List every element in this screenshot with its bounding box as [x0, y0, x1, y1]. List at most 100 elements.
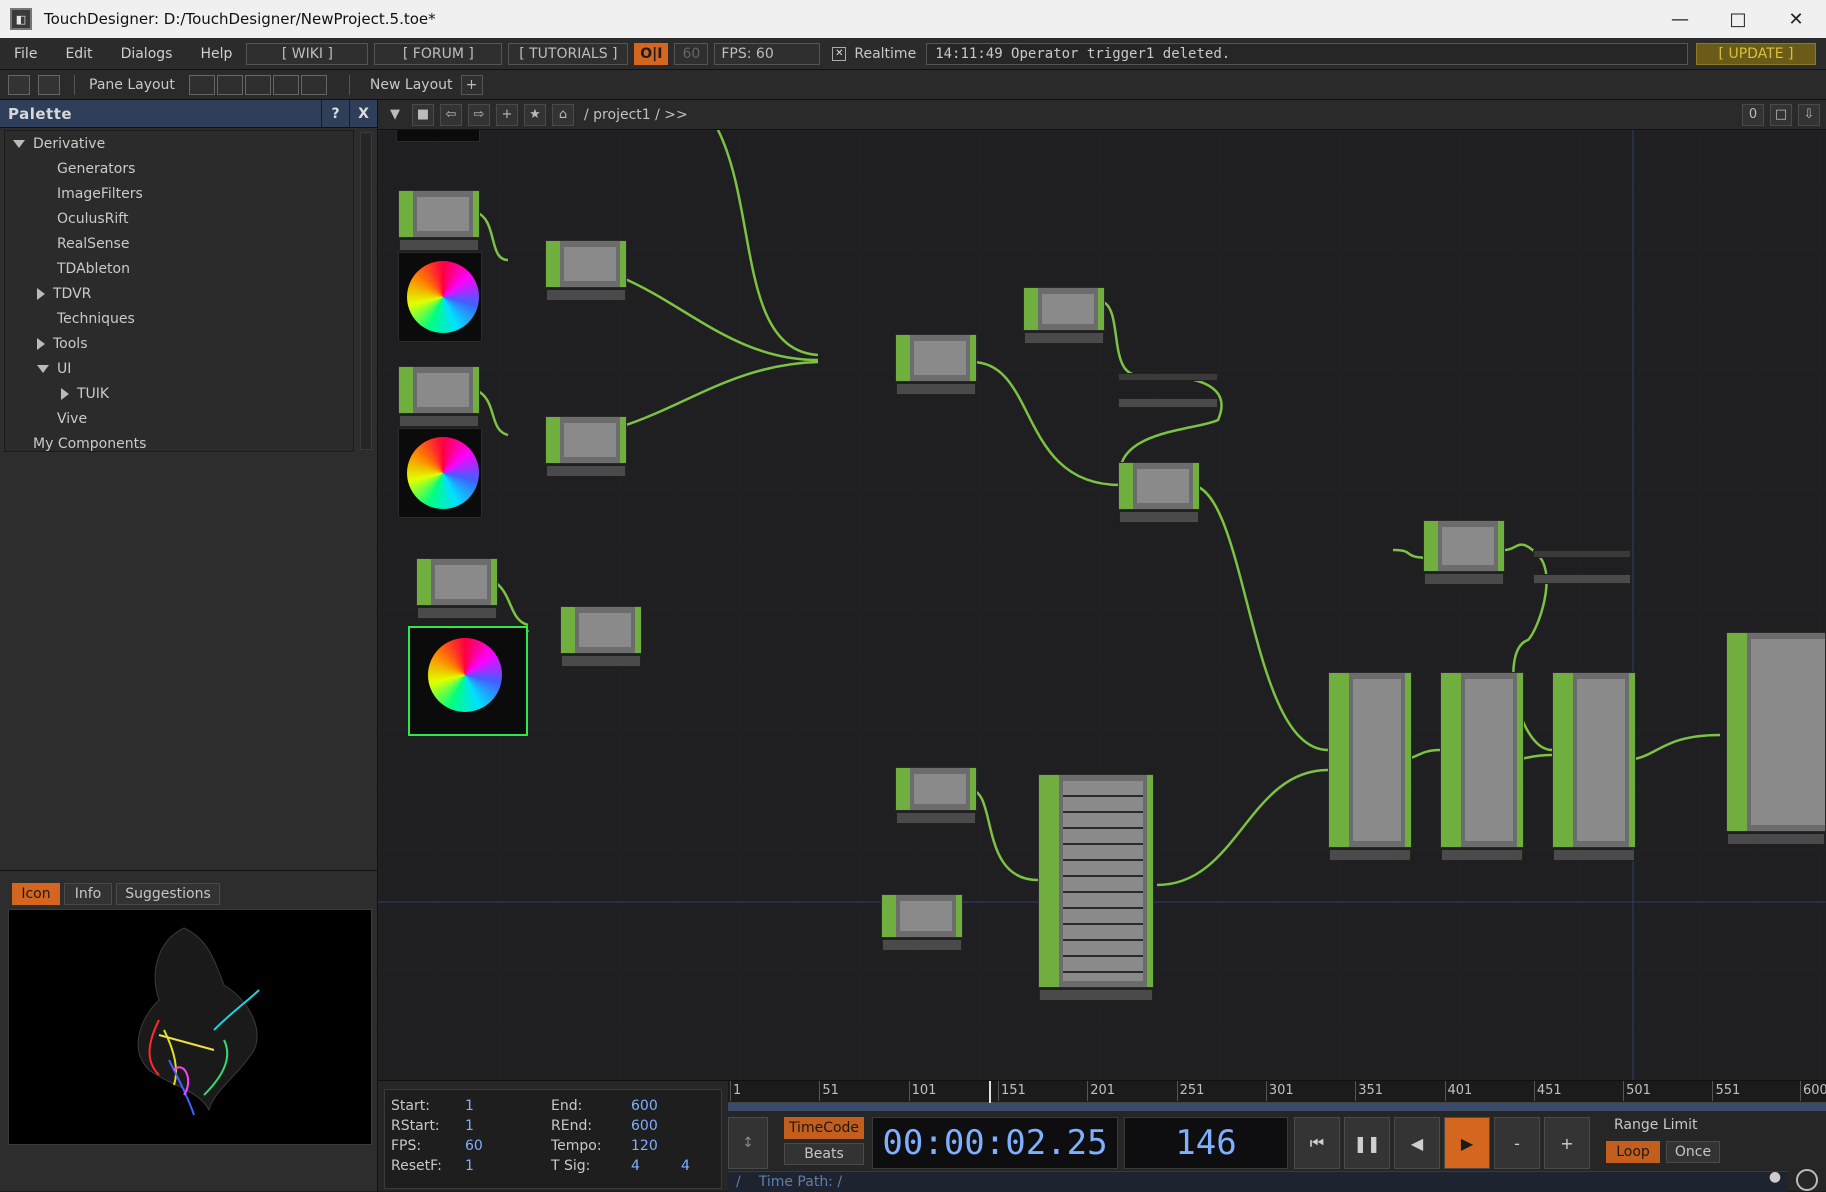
- tab-suggestions[interactable]: Suggestions: [116, 883, 220, 905]
- palette-item-tuik[interactable]: TUIK: [5, 381, 353, 406]
- rstart-value[interactable]: 1: [465, 1118, 474, 1134]
- expand-icon[interactable]: ↕: [728, 1117, 768, 1169]
- palette-item-imagefilters[interactable]: ImageFilters: [5, 181, 353, 206]
- star-icon[interactable]: ★: [524, 103, 546, 126]
- update-button[interactable]: [ UPDATE ]: [1696, 42, 1816, 65]
- tempo-value[interactable]: 120: [631, 1138, 658, 1154]
- lfo-node-1[interactable]: [398, 190, 480, 251]
- colorpicker-node-3-selected[interactable]: [408, 626, 528, 736]
- timecode-button[interactable]: TimeCode: [784, 1117, 864, 1139]
- add-layout-button[interactable]: +: [460, 74, 483, 95]
- time-path[interactable]: Time Path: /: [759, 1174, 842, 1190]
- chevron-down-icon[interactable]: [37, 364, 49, 373]
- checkbox-icon[interactable]: ✕: [832, 46, 847, 61]
- math-node-6[interactable]: [1328, 672, 1412, 861]
- palette-item-realsense[interactable]: RealSense: [5, 231, 353, 256]
- pin-icon[interactable]: ⇩: [1798, 103, 1820, 126]
- ship-icon[interactable]: [38, 74, 60, 95]
- color-wheel[interactable]: [407, 437, 479, 509]
- math-node-3[interactable]: [545, 240, 627, 301]
- timeline-ruler[interactable]: 1 51 101 151 201 251 301 351 401 451 501 551 600: [728, 1081, 1826, 1103]
- minimize-icon[interactable]: —: [1652, 0, 1708, 38]
- palette-scrollbar[interactable]: [360, 132, 372, 450]
- colorpicker-node-2[interactable]: [398, 428, 482, 518]
- shuffle-node-4[interactable]: [881, 894, 963, 951]
- slider-node-bar-2[interactable]: [1533, 550, 1631, 558]
- microphone-icon[interactable]: ●: [1764, 1169, 1786, 1191]
- fps-value[interactable]: 60: [465, 1138, 483, 1154]
- chevron-down-icon[interactable]: ▼: [384, 104, 406, 126]
- palette-item-oculusrift[interactable]: OculusRift: [5, 206, 353, 231]
- palette-item-my-components[interactable]: My Components: [5, 431, 353, 456]
- home-icon[interactable]: ⌂: [552, 103, 574, 126]
- menu-file[interactable]: File: [0, 46, 51, 62]
- shuffle-node-1[interactable]: [1023, 287, 1105, 344]
- layout-split-vertical-button[interactable]: [216, 74, 243, 95]
- window-icon[interactable]: □: [1770, 103, 1792, 126]
- loop-button[interactable]: Loop: [1606, 1141, 1660, 1163]
- layout-single-button[interactable]: [188, 74, 215, 95]
- network-editor[interactable]: [378, 130, 1826, 1080]
- play-icon[interactable]: ▶: [1444, 1117, 1490, 1169]
- math-node-5[interactable]: [560, 606, 642, 667]
- network-path[interactable]: / project1 / >>: [584, 107, 688, 123]
- math-node-4[interactable]: [545, 416, 627, 477]
- tab-info[interactable]: Info: [64, 883, 112, 905]
- math-node-7[interactable]: [1552, 672, 1636, 861]
- lfo-node-2[interactable]: [398, 366, 480, 427]
- timeline-range-bar[interactable]: [728, 1103, 1826, 1111]
- palette-item-ui[interactable]: UI: [5, 356, 353, 381]
- tsig-a-value[interactable]: 4: [631, 1158, 640, 1174]
- color-wheel[interactable]: [407, 261, 479, 333]
- colorpicker-node[interactable]: [396, 130, 480, 142]
- palette-help-button[interactable]: ?: [321, 99, 349, 128]
- palette-item-generators[interactable]: Generators: [5, 156, 353, 181]
- menu-help[interactable]: Help: [186, 46, 246, 62]
- palette-item-techniques[interactable]: Techniques: [5, 306, 353, 331]
- frame-display[interactable]: 146: [1124, 1117, 1288, 1169]
- palette-item-tdvr[interactable]: TDVR: [5, 281, 353, 306]
- dmxout-node[interactable]: [1726, 632, 1826, 845]
- chevron-right-icon[interactable]: [61, 387, 69, 400]
- shuffle-node-3[interactable]: [895, 767, 977, 824]
- tab-icon[interactable]: Icon: [12, 883, 60, 905]
- toggle-zero[interactable]: 0: [1742, 103, 1764, 126]
- back-icon[interactable]: ⇦: [440, 103, 462, 126]
- palette-item-tdableton[interactable]: TDAbleton: [5, 256, 353, 281]
- palette-item-tools[interactable]: Tools: [5, 331, 353, 356]
- refresh-icon[interactable]: [1796, 1169, 1818, 1191]
- timecode-display[interactable]: 00:00:02.25: [872, 1117, 1118, 1169]
- math-node-1[interactable]: [1038, 774, 1154, 1001]
- menu-edit[interactable]: Edit: [51, 46, 106, 62]
- perform-mode-button[interactable]: O|I: [634, 42, 669, 65]
- playhead[interactable]: [989, 1081, 991, 1103]
- palette-item-vive[interactable]: Vive: [5, 406, 353, 431]
- forward-icon[interactable]: ⇨: [468, 103, 490, 126]
- merge-node-1[interactable]: [895, 334, 977, 395]
- rewind-icon[interactable]: ⏮: [1294, 1117, 1340, 1169]
- close-icon[interactable]: ✕: [1768, 0, 1824, 38]
- menu-dialogs[interactable]: Dialogs: [107, 46, 187, 62]
- start-value[interactable]: 1: [465, 1098, 474, 1114]
- step-plus-button[interactable]: +: [1544, 1117, 1590, 1169]
- pause-icon[interactable]: ❚❚: [1344, 1117, 1390, 1169]
- beats-button[interactable]: Beats: [784, 1143, 864, 1165]
- layout-three-button[interactable]: [272, 74, 299, 95]
- once-button[interactable]: Once: [1666, 1141, 1720, 1163]
- rend-value[interactable]: 600: [631, 1118, 658, 1134]
- forum-button[interactable]: [ FORUM ]: [374, 42, 503, 65]
- stop-icon[interactable]: ■: [412, 103, 434, 126]
- colorpicker-node-1[interactable]: [398, 252, 482, 342]
- end-value[interactable]: 600: [631, 1098, 658, 1114]
- resetf-value[interactable]: 1: [465, 1158, 474, 1174]
- wiki-button[interactable]: [ WIKI ]: [246, 42, 369, 65]
- chevron-right-icon[interactable]: [37, 337, 45, 350]
- layout-quad-button[interactable]: [300, 74, 327, 95]
- tutorials-button[interactable]: [ TUTORIALS ]: [508, 42, 629, 65]
- image-icon[interactable]: [8, 74, 30, 95]
- color-wheel[interactable]: [428, 638, 502, 712]
- math-node-2[interactable]: [1118, 462, 1200, 523]
- step-minus-button[interactable]: -: [1494, 1117, 1540, 1169]
- chevron-right-icon[interactable]: [37, 287, 45, 300]
- step-back-icon[interactable]: ◀: [1394, 1117, 1440, 1169]
